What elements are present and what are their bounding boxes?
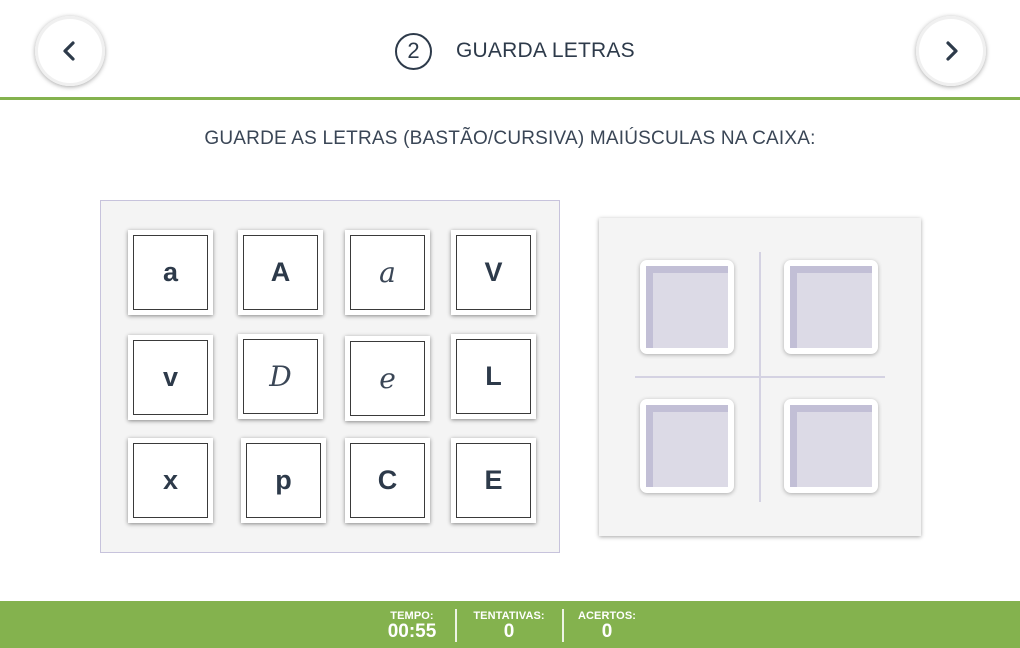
letter-tile[interactable]: D: [238, 334, 323, 419]
drop-slot-1[interactable]: [640, 260, 734, 354]
tempo-stat: TEMPO: 00:55: [380, 601, 444, 648]
drop-slot-fill: [790, 266, 872, 348]
letter-tile[interactable]: V: [451, 230, 536, 315]
letter-tile[interactable]: a: [345, 230, 430, 315]
next-button[interactable]: [916, 16, 986, 86]
letter-tile-label: a: [133, 235, 208, 310]
letter-tile-label: v: [133, 340, 208, 415]
letter-tile[interactable]: A: [238, 230, 323, 315]
letter-tile-label: A: [243, 235, 318, 310]
letter-tile-label: x: [133, 443, 208, 518]
drop-slot-fill: [790, 405, 872, 487]
step-number-badge: 2: [395, 32, 432, 70]
tentativas-stat: TENTATIVAS: 0: [466, 601, 552, 648]
letter-tile[interactable]: e: [345, 336, 430, 421]
letter-tile[interactable]: p: [241, 438, 326, 523]
tempo-value: 00:55: [387, 621, 437, 642]
instruction-text: GUARDE AS LETRAS (BASTÃO/CURSIVA) MAIÚSC…: [204, 128, 816, 149]
previous-button[interactable]: [35, 16, 105, 86]
drop-slot-4[interactable]: [784, 399, 878, 493]
letter-tile-label: E: [456, 443, 531, 518]
letter-tile[interactable]: a: [128, 230, 213, 315]
drop-slot-3[interactable]: [640, 399, 734, 493]
letter-tile[interactable]: x: [128, 438, 213, 523]
tentativas-value: 0: [503, 621, 515, 642]
letter-tile-label: e: [350, 341, 425, 416]
header-bar: 2 GUARDA LETRAS: [0, 0, 1020, 100]
drop-slot-fill: [646, 405, 728, 487]
letter-tile[interactable]: L: [451, 334, 536, 419]
stat-separator: [562, 609, 564, 642]
chevron-left-icon: [63, 41, 75, 61]
letter-tile-label: p: [246, 443, 321, 518]
status-footer: TEMPO: 00:55 TENTATIVAS: 0 ACERTOS: 0: [0, 601, 1020, 648]
letter-tiles-panel: a A a V v D e L x p C E: [100, 200, 560, 553]
letter-tile[interactable]: C: [345, 438, 430, 523]
acertos-stat: ACERTOS: 0: [574, 601, 640, 648]
letter-tile-label: L: [456, 339, 531, 414]
letter-tile-label: C: [350, 443, 425, 518]
letter-tile-label: D: [243, 339, 318, 414]
letter-tile[interactable]: E: [451, 438, 536, 523]
acertos-value: 0: [601, 621, 613, 642]
page-title: GUARDA LETRAS: [456, 39, 635, 62]
letter-tile[interactable]: v: [128, 335, 213, 420]
drop-slot-fill: [646, 266, 728, 348]
letter-tile-label: V: [456, 235, 531, 310]
letter-tile-label: a: [350, 235, 425, 310]
box-divider-horizontal: [635, 376, 885, 378]
stat-separator: [455, 609, 457, 642]
title-group: 2 GUARDA LETRAS: [395, 32, 635, 70]
drop-slot-2[interactable]: [784, 260, 878, 354]
letter-drop-box[interactable]: [599, 218, 921, 536]
chevron-right-icon: [946, 41, 958, 61]
